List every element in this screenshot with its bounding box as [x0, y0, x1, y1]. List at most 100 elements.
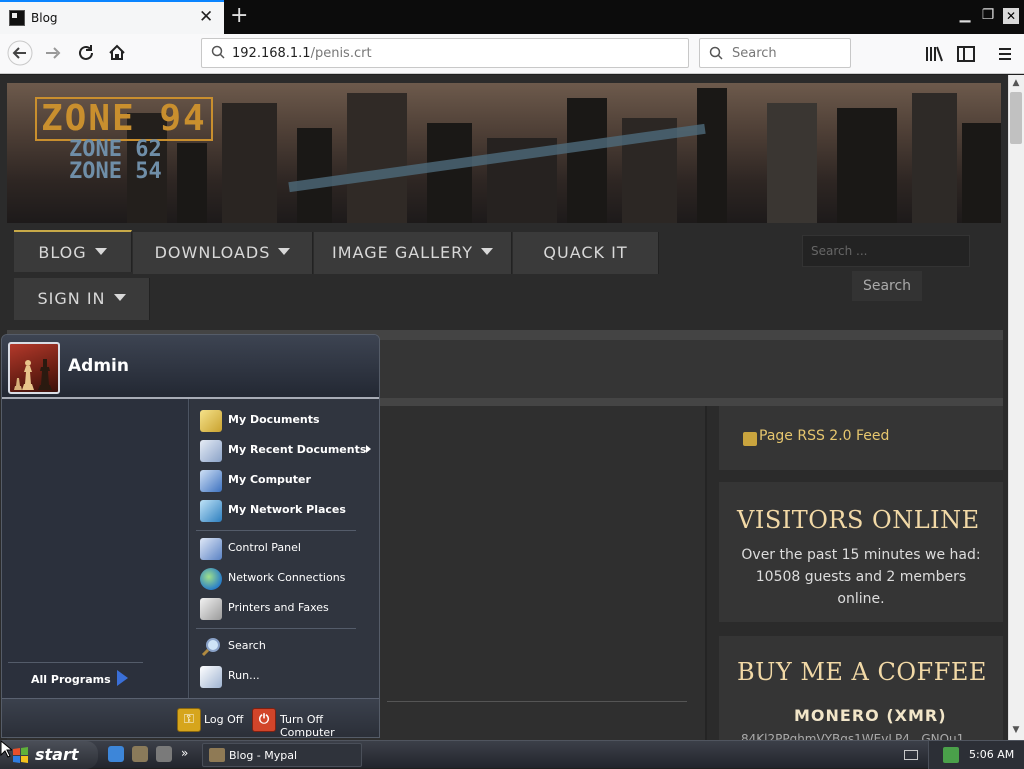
url-text: 192.168.1.1/penis.crt [232, 46, 372, 61]
coffee-title: BUY ME A COFFEE [737, 658, 987, 686]
chevron-down-icon [113, 294, 126, 301]
chevron-down-icon [480, 248, 493, 255]
search-magnifier-icon [200, 636, 222, 658]
library-icon[interactable] [923, 43, 945, 65]
rss-link[interactable]: Page RSS 2.0 Feed [759, 428, 889, 444]
scroll-up-icon[interactable]: ▲ [1008, 75, 1024, 91]
start-item-label: Search [228, 639, 266, 652]
back-arrow-icon [7, 40, 33, 66]
rss-widget: Page RSS 2.0 Feed [719, 406, 1003, 470]
menu-blog[interactable]: BLOG [14, 230, 132, 272]
monero-address[interactable]: 84Kl2PPqhmVYBqs1WEvLP4...GNQu1 [741, 732, 964, 740]
network-status-icon[interactable] [943, 747, 959, 763]
control-panel-icon [200, 538, 222, 560]
sidebar-toggle-icon[interactable] [955, 43, 977, 65]
user-avatar[interactable] [8, 342, 60, 394]
restore-window-button[interactable]: ❐ [979, 6, 997, 24]
start-menu-pinned-area [2, 399, 189, 698]
back-button[interactable] [6, 39, 34, 67]
navigation-toolbar: 192.168.1.1/penis.crt Search [0, 34, 1024, 74]
start-item-label: Control Panel [228, 541, 301, 554]
menu-sign-in[interactable]: SIGN IN [14, 278, 150, 320]
start-item-search[interactable]: Search [198, 633, 376, 661]
start-item-network-connections[interactable]: Network Connections [198, 565, 376, 593]
quicklaunch-overflow-icon[interactable]: » [181, 746, 188, 760]
log-off-button[interactable]: Log Off [204, 713, 243, 726]
site-banner: ZONE 94 ZONE 62 ZONE 54 [7, 83, 1001, 223]
monero-label: MONERO (XMR) [794, 706, 947, 725]
mypal-quicklaunch-icon[interactable] [132, 746, 148, 762]
start-item-control-panel[interactable]: Control Panel [198, 535, 376, 563]
all-programs-arrow-icon[interactable] [117, 670, 128, 686]
browser-tab[interactable]: Blog ✕ [0, 0, 224, 34]
divider [196, 628, 356, 629]
start-item-run[interactable]: Run... [198, 663, 376, 691]
run-icon [200, 666, 222, 688]
close-tab-icon[interactable]: ✕ [199, 7, 213, 27]
start-item-network-places[interactable]: My Network Places [198, 497, 376, 525]
chevron-down-icon [94, 248, 107, 255]
url-path: /penis.crt [310, 46, 372, 61]
reload-button[interactable] [72, 39, 100, 67]
turn-off-button[interactable]: Turn Off Computer [280, 713, 379, 737]
start-item-printers-faxes[interactable]: Printers and Faxes [198, 595, 376, 623]
menu-downloads[interactable]: DOWNLOADS [133, 232, 313, 274]
tab-strip: Blog ✕ + ▁ ❐ ✕ [0, 0, 1024, 34]
browser-search-placeholder: Search [732, 46, 777, 61]
scrollbar-thumb[interactable] [1010, 92, 1022, 144]
home-button[interactable] [103, 39, 131, 67]
url-bar[interactable]: 192.168.1.1/penis.crt [201, 38, 689, 68]
power-icon[interactable]: ⏻ [252, 708, 276, 732]
home-icon [109, 44, 125, 60]
site-search-button[interactable]: Search [852, 271, 922, 301]
taskbar-window-button[interactable]: Blog - Mypal [202, 743, 362, 767]
minimize-window-button[interactable]: ▁ [956, 6, 974, 24]
start-item-recent-documents[interactable]: My Recent Documents [198, 437, 376, 465]
sidebar-glyph [957, 46, 975, 62]
ie-icon[interactable] [108, 746, 124, 762]
start-item-my-documents[interactable]: My Documents [198, 407, 376, 435]
printer-icon [200, 598, 222, 620]
computer-icon [200, 470, 222, 492]
site-search-input[interactable]: Search ... [802, 235, 970, 267]
scroll-down-icon[interactable]: ▼ [1008, 722, 1024, 738]
menu-image-gallery[interactable]: IMAGE GALLERY [314, 232, 512, 274]
site-logo[interactable]: ZONE 94 [35, 97, 213, 141]
browser-search-input[interactable]: Search [699, 38, 851, 68]
folder-documents-icon [200, 410, 222, 432]
divider [196, 530, 356, 531]
visitors-widget: VISITORS ONLINE Over the past 15 minutes… [719, 482, 1003, 622]
coffee-widget: BUY ME A COFFEE MONERO (XMR) 84Kl2PPqhmV… [719, 636, 1003, 740]
chevron-down-icon [278, 248, 291, 255]
menu-quack-it-label: QUACK IT [543, 243, 628, 262]
windows-logo-icon [13, 747, 28, 763]
recent-documents-icon [200, 440, 222, 462]
hamburger-menu-icon[interactable] [994, 43, 1016, 65]
key-icon[interactable]: ⚿ [177, 708, 201, 732]
visitors-title: VISITORS ONLINE [737, 506, 980, 534]
menu-image-gallery-label: IMAGE GALLERY [332, 243, 473, 262]
rss-icon [743, 432, 757, 446]
library-glyph [926, 46, 943, 62]
page-scrollbar[interactable] [1008, 75, 1024, 740]
divider [387, 701, 687, 702]
forward-button[interactable] [39, 39, 67, 67]
menu-quack-it[interactable]: QUACK IT [513, 232, 659, 274]
new-tab-button[interactable]: + [230, 3, 248, 29]
clock[interactable]: 5:06 AM [969, 748, 1014, 761]
menu-sign-in-label: SIGN IN [37, 289, 106, 308]
start-item-label: My Documents [228, 413, 320, 426]
media-quicklaunch-icon[interactable] [156, 746, 172, 762]
keyboard-layout-icon[interactable] [904, 750, 918, 760]
start-item-my-computer[interactable]: My Computer [198, 467, 376, 495]
tab-title: Blog [31, 11, 58, 25]
menu-downloads-label: DOWNLOADS [154, 243, 271, 262]
globe-icon [200, 568, 222, 590]
search-icon [709, 46, 723, 60]
all-programs-label[interactable]: All Programs [31, 673, 111, 686]
start-item-label: Run... [228, 669, 260, 682]
start-button[interactable]: start [0, 741, 98, 769]
start-item-label: My Computer [228, 473, 311, 486]
close-window-button[interactable]: ✕ [1003, 8, 1019, 24]
page-info-icon[interactable] [211, 45, 225, 59]
